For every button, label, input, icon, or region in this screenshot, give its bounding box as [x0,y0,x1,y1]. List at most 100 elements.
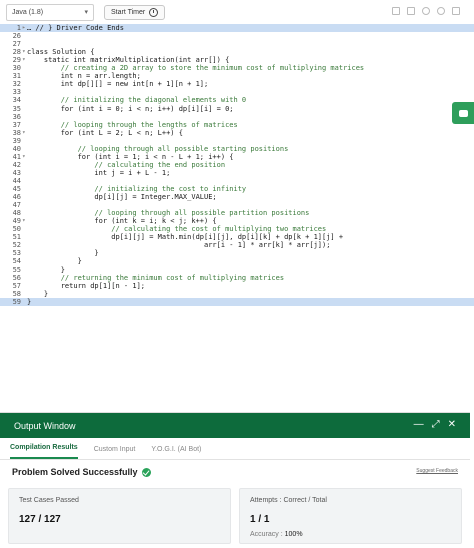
code-text: } [27,289,49,298]
copy-icon[interactable] [392,7,400,15]
tab-yogi-ai-bot[interactable]: Y.O.G.I. (AI Bot) [151,446,201,459]
code-line[interactable]: 52 arr[i - 1] * arr[k] * arr[j]); [0,241,474,249]
minimize-icon[interactable]: — [414,419,424,430]
language-select[interactable]: Java (1.8) ▾ [6,3,94,21]
attempts-value: 1 / 1 [250,514,270,525]
fold-toggle-icon[interactable]: ▾ [22,56,26,64]
line-number: 35 [12,104,21,113]
line-number: 26 [12,32,21,41]
fold-toggle-icon[interactable]: ▾ [22,217,26,225]
code-line[interactable]: 41 ▾ for (int i = 1; i < n - L + 1; i++) … [0,153,474,161]
fold-toggle-icon[interactable]: ▾ [22,129,26,137]
code-text: // looping through all possible partitio… [27,209,310,218]
settings-icon[interactable] [422,7,430,15]
code-line[interactable]: 26 [0,32,474,40]
code-line[interactable]: 48 // looping through all possible parti… [0,209,474,217]
line-number: 33 [12,88,21,97]
code-line[interactable]: 33 [0,88,474,96]
code-text: } [27,265,65,274]
line-number: 1 [16,24,21,32]
line-number: 53 [12,249,21,258]
code-line[interactable]: 43 int j = i + L - 1; [0,169,474,177]
line-number: 45 [12,185,21,193]
close-icon[interactable]: ✕ [448,419,456,430]
code-line[interactable]: 29 ▾ static int matrixMultiplication(int … [0,56,474,64]
code-text: for (int k = i; k < j; k++) { [27,217,217,226]
line-number: 28 [12,48,21,57]
line-number: 51 [12,233,21,242]
fold-toggle-icon[interactable]: ▾ [22,153,26,161]
attempts-label: Attempts : Correct / Total [250,497,327,504]
code-line[interactable]: 59} [0,297,474,306]
code-text: int dp[][] = new int[n + 1][n + 1]; [27,80,209,89]
code-line[interactable]: 39 [0,137,474,145]
line-number: 31 [12,72,21,81]
line-number: 32 [12,80,21,89]
code-line[interactable]: 54 } [0,257,474,265]
accuracy-row: Accuracy : 100% [250,531,451,538]
line-number: 59 [12,297,21,306]
code-line[interactable]: 47 [0,201,474,209]
code-line[interactable]: 45 // initializing the cost to infinity [0,185,474,193]
code-text: } [27,249,99,258]
line-number: 43 [12,168,21,177]
expand-icon[interactable]: ⤢ [432,419,440,430]
code-line[interactable]: 38 ▾ for (int L = 2; L < n; L++) { [0,129,474,137]
code-text: // looping through all possible starting… [27,144,289,153]
output-window-title: Output Window [14,420,76,431]
line-number: 39 [12,136,21,145]
editor-toolbar: Java (1.8) ▾ Start Timer [0,0,474,24]
code-line[interactable]: 34 // initializing the diagonal elements… [0,96,474,104]
line-number: 49 [12,217,21,226]
code-line[interactable]: 50 // calculating the cost of multiplyin… [0,225,474,233]
tab-compilation-results[interactable]: Compilation Results [10,444,78,459]
code-line[interactable]: 53 } [0,249,474,257]
output-window-controls: — ⤢ ✕ [414,419,456,430]
code-line[interactable]: 37 // looping through the lengths of mat… [0,121,474,129]
language-select-value: Java (1.8) [12,8,44,16]
code-text: // creating a 2D array to store the mini… [27,64,365,73]
line-number: 27 [12,40,21,49]
code-line[interactable]: 27 [0,40,474,48]
reset-icon[interactable] [407,7,415,15]
code-line[interactable]: 56 // returning the minimum cost of mult… [0,274,474,282]
code-line[interactable]: 55 } [0,266,474,274]
line-number: 50 [12,225,21,234]
code-line[interactable]: 32 int dp[][] = new int[n + 1][n + 1]; [0,80,474,88]
code-line[interactable]: 49 ▾ for (int k = i; k < j; k++) { [0,217,474,225]
code-line[interactable]: 35 for (int i = 0; i < n; i++) dp[i][i] … [0,105,474,113]
code-line[interactable]: 40 // looping through all possible start… [0,145,474,153]
tab-custom-input[interactable]: Custom Input [94,446,136,459]
expand-icon[interactable] [452,7,460,15]
code-line[interactable]: 46 dp[i][j] = Integer.MAX_VALUE; [0,193,474,201]
accuracy-label: Accuracy : [250,531,283,538]
code-line[interactable]: 57 return dp[1][n - 1]; [0,282,474,290]
line-number: 52 [12,241,21,250]
code-line[interactable]: 31 int n = arr.length; [0,72,474,80]
code-text: // initializing the cost to infinity [27,185,247,193]
code-line[interactable]: 51 dp[i][j] = Math.min(dp[i][j], dp[i][k… [0,233,474,241]
code-text: // calculating the cost of multiplying t… [27,225,327,234]
chat-icon[interactable] [452,102,474,124]
chevron-down-icon: ▾ [84,9,88,16]
code-line[interactable]: 28 ▾ class Solution { [0,48,474,56]
code-line[interactable]: 1 ▸… // } Driver Code Ends [0,24,474,32]
line-number: 37 [12,120,21,129]
code-line[interactable]: 44 [0,177,474,185]
suggest-feedback-link[interactable]: Suggest Feedback [416,468,458,474]
code-line[interactable]: 58 } [0,290,474,298]
code-editor[interactable]: 1 ▸… // } Driver Code Ends 26 27 28 ▾ class So… [0,24,474,306]
start-timer-button[interactable]: Start Timer [104,4,166,20]
code-text: dp[i][j] = Math.min(dp[i][j], dp[i][k] +… [27,233,344,242]
start-timer-label: Start Timer [111,8,146,16]
code-text: for (int i = 0; i < n; i++) dp[i][i] = 0… [27,104,234,113]
line-number: 34 [12,96,21,105]
fullscreen-icon[interactable] [437,7,445,15]
attempts-card: Attempts : Correct / Total 1 / 1 Accurac… [239,488,462,544]
code-line[interactable]: 30 // creating a 2D array to store the m… [0,64,474,72]
code-line[interactable]: 42 // calculating the end position [0,161,474,169]
fold-toggle-icon[interactable]: ▸ [22,24,26,32]
code-line[interactable]: 36 [0,113,474,121]
output-window-header: Output Window — ⤢ ✕ [0,413,470,438]
fold-toggle-icon[interactable]: ▾ [22,48,26,56]
